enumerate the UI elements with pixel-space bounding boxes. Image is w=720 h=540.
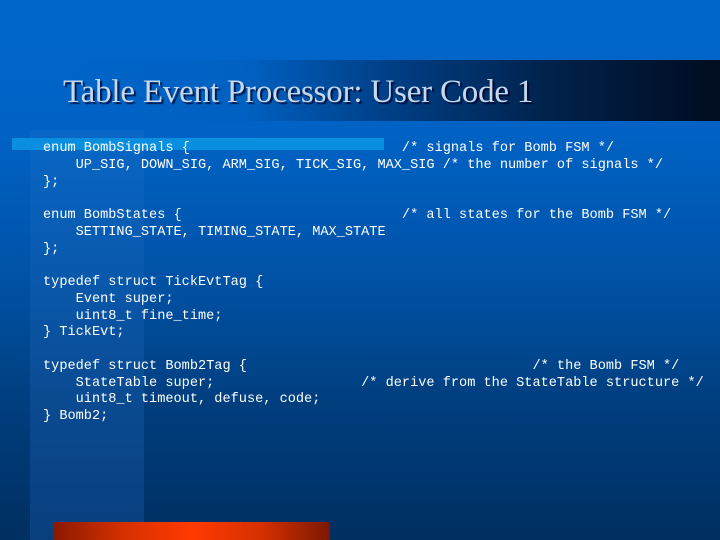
code-line: typedef struct TickEvtTag { <box>43 275 264 290</box>
code-line: Event super; <box>43 291 174 307</box>
red-decorative-bar <box>54 522 330 540</box>
code-line: UP_SIG, DOWN_SIG, ARM_SIG, TICK_SIG, MAX… <box>43 157 663 173</box>
code-line: SETTING_STATE, TIMING_STATE, MAX_STATE <box>43 224 386 240</box>
code-line: } Bomb2; <box>43 409 109 424</box>
code-line: enum BombStates { /* all states for the … <box>43 208 672 223</box>
code-line: typedef struct Bomb2Tag { /* the Bomb FS… <box>43 358 680 374</box>
code-line: StateTable super; /* derive from the Sta… <box>43 375 704 391</box>
code-line: uint8_t fine_time; <box>43 308 223 324</box>
slide-title: Table Event Processor: User Code 1 <box>63 74 534 110</box>
code-line: } TickEvt; <box>43 325 125 341</box>
code-line: uint8_t timeout, defuse, code; <box>43 392 321 408</box>
code-line: }; <box>43 241 60 257</box>
code-line: enum BombSignals { /* signals for Bomb F… <box>43 141 615 156</box>
code-block: enum BombSignals { /* signals for Bomb F… <box>43 141 704 426</box>
code-line: }; <box>43 174 60 190</box>
